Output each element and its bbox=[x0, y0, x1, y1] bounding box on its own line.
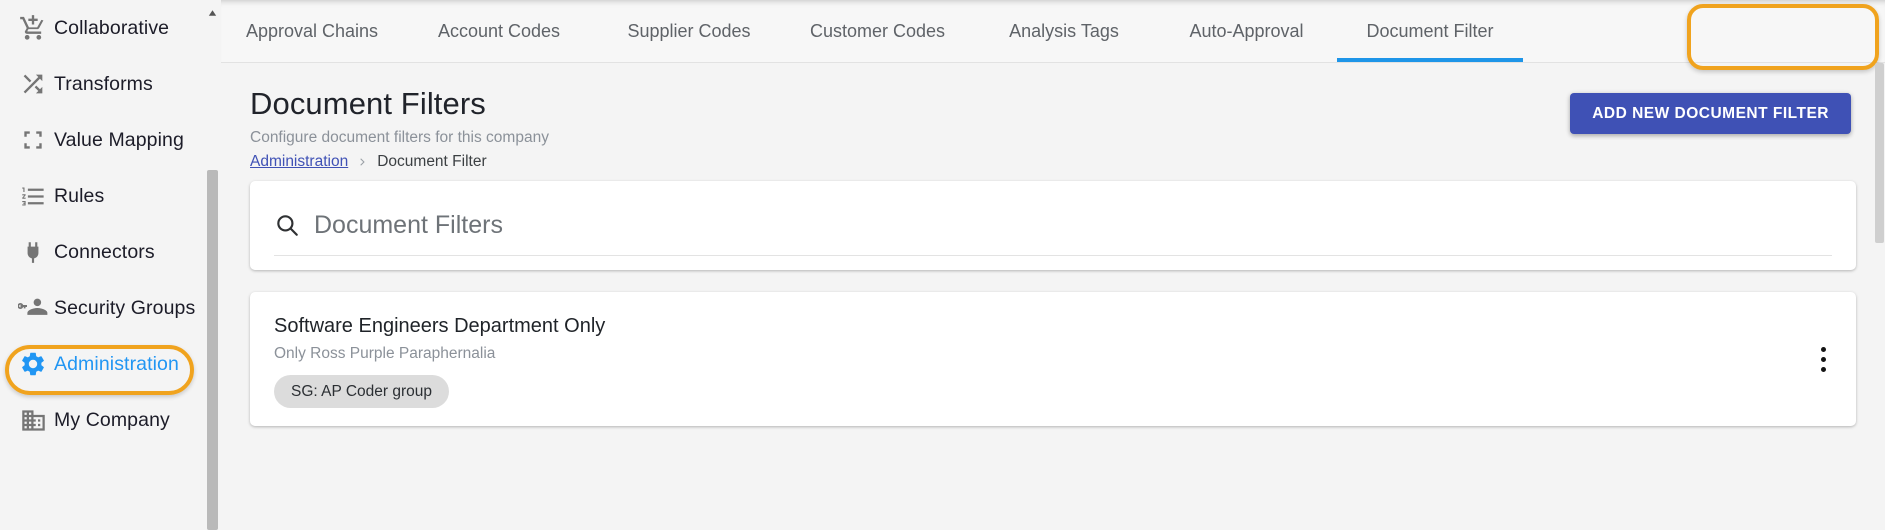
tab-document-filter[interactable]: Document Filter bbox=[1337, 0, 1523, 62]
tab-underline bbox=[403, 58, 595, 62]
add-new-document-filter-button[interactable]: ADD NEW DOCUMENT FILTER bbox=[1570, 93, 1851, 134]
collapse-icon bbox=[12, 127, 54, 153]
sidebar-item-security-groups[interactable]: Security Groups bbox=[0, 280, 210, 336]
sidebar-item-label: Security Groups bbox=[54, 296, 196, 319]
page-scrollbar-thumb[interactable] bbox=[1875, 63, 1884, 243]
tab-label: Approval Chains bbox=[245, 20, 379, 41]
tab-underline bbox=[1156, 58, 1337, 62]
breadcrumb-current: Document Filter bbox=[377, 153, 487, 170]
sidebar-item-collaborative[interactable]: Collaborative bbox=[0, 0, 210, 56]
chevron-right-icon bbox=[356, 154, 369, 170]
sidebar-item-my-company[interactable]: My Company bbox=[0, 392, 210, 448]
tab-label: Analysis Tags bbox=[1009, 20, 1119, 41]
sidebar-item-label: Collaborative bbox=[54, 16, 170, 39]
sidebar-item-label: Transforms bbox=[54, 72, 153, 95]
scroll-up-arrow-icon[interactable] bbox=[207, 6, 218, 17]
numbered-list-icon bbox=[12, 183, 54, 210]
sidebar-nav-list: Collaborative Transforms Value Mapping R… bbox=[0, 0, 210, 448]
plug-icon bbox=[12, 239, 54, 265]
main-content: Approval Chains Account Codes Supplier C… bbox=[221, 0, 1885, 530]
gear-icon bbox=[12, 350, 54, 378]
tab-label: Supplier Codes bbox=[627, 20, 751, 41]
search-input[interactable] bbox=[314, 210, 1832, 240]
breadcrumb-link-administration[interactable]: Administration bbox=[250, 152, 348, 171]
kebab-menu-icon[interactable] bbox=[1808, 342, 1838, 376]
list-item-subtitle: Only Ross Purple Paraphernalia bbox=[274, 345, 496, 362]
kebab-dot bbox=[1820, 356, 1826, 362]
breadcrumb: Administration Document Filter bbox=[250, 152, 1885, 171]
sidebar-scrollbar[interactable] bbox=[207, 0, 218, 530]
tab-analysis-tags[interactable]: Analysis Tags bbox=[972, 0, 1156, 62]
tab-underline bbox=[221, 58, 403, 62]
sidebar-item-label: Value Mapping bbox=[54, 128, 184, 151]
search-field-wrapper bbox=[274, 196, 1832, 256]
document-filter-tab-highlight-annotation bbox=[1687, 4, 1879, 70]
tab-account-codes[interactable]: Account Codes bbox=[403, 0, 595, 62]
tab-underline bbox=[972, 58, 1156, 62]
sidebar-item-connectors[interactable]: Connectors bbox=[0, 224, 210, 280]
search-icon bbox=[274, 212, 300, 238]
sidebar-item-administration[interactable]: Administration bbox=[0, 336, 210, 392]
tab-auto-approval[interactable]: Auto-Approval bbox=[1156, 0, 1337, 62]
tab-label: Account Codes bbox=[437, 20, 561, 41]
sidebar-item-label: Connectors bbox=[54, 240, 155, 263]
page-header: Document Filters Configure document filt… bbox=[221, 63, 1885, 181]
list-item-chips: SG: AP Coder group bbox=[274, 375, 1832, 408]
sidebar-item-transforms[interactable]: Transforms bbox=[0, 56, 210, 112]
tab-approval-chains[interactable]: Approval Chains bbox=[221, 0, 403, 62]
kebab-dot bbox=[1820, 346, 1826, 352]
sidebar-scrollbar-thumb[interactable] bbox=[207, 170, 218, 530]
sidebar-item-label: Administration bbox=[54, 352, 179, 375]
add-to-cart-icon bbox=[12, 14, 54, 42]
key-user-icon bbox=[12, 293, 54, 323]
page-scrollbar[interactable] bbox=[1874, 63, 1885, 530]
sidebar-item-label: Rules bbox=[54, 184, 105, 207]
tab-bar: Approval Chains Account Codes Supplier C… bbox=[221, 0, 1885, 70]
app-root: Collaborative Transforms Value Mapping R… bbox=[0, 0, 1885, 530]
security-group-chip: SG: AP Coder group bbox=[274, 375, 450, 408]
tab-label: Customer Codes bbox=[809, 20, 946, 41]
tab-underline bbox=[595, 58, 783, 62]
search-card bbox=[250, 181, 1856, 270]
sidebar-item-rules[interactable]: Rules bbox=[0, 168, 210, 224]
tab-label: Document Filter bbox=[1366, 20, 1494, 41]
document-filter-list-item[interactable]: Software Engineers Department Only Only … bbox=[250, 292, 1856, 426]
sidebar: Collaborative Transforms Value Mapping R… bbox=[0, 0, 221, 530]
sidebar-item-label: My Company bbox=[54, 408, 170, 431]
sidebar-item-value-mapping[interactable]: Value Mapping bbox=[0, 112, 210, 168]
tab-underline bbox=[1337, 58, 1523, 62]
kebab-dot bbox=[1820, 366, 1826, 372]
tab-label: Auto-Approval bbox=[1189, 20, 1304, 41]
tab-supplier-codes[interactable]: Supplier Codes bbox=[595, 0, 783, 62]
tab-underline bbox=[783, 58, 972, 62]
shuffle-icon bbox=[12, 70, 54, 98]
list-item-title: Software Engineers Department Only bbox=[274, 315, 606, 337]
building-icon bbox=[12, 407, 54, 434]
tab-customer-codes[interactable]: Customer Codes bbox=[783, 0, 972, 62]
